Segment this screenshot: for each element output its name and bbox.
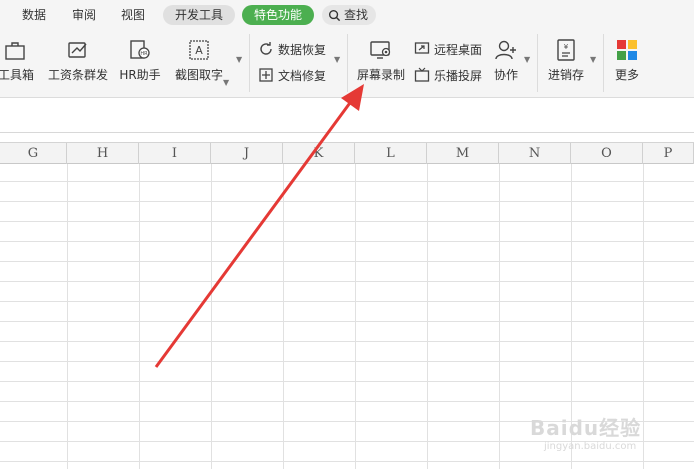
payroll-label: 工资条群发 <box>47 68 108 82</box>
group-expand-icon[interactable]: ▼ <box>236 55 242 64</box>
ribbon-toolbar: 工具箱 工资条群发 HR HR助手 A 截图取字 ▼ ▼ 数据恢复 文档修复 ▼… <box>0 30 694 98</box>
column-headers: G H I J K L M N O P <box>0 142 694 164</box>
group-expand-icon[interactable]: ▼ <box>590 55 596 64</box>
more-button[interactable]: 更多 <box>610 38 644 83</box>
row-gridline <box>0 281 694 282</box>
separator <box>603 34 604 92</box>
svg-text:HR: HR <box>140 51 148 57</box>
svg-text:A: A <box>195 44 203 57</box>
row-gridline <box>0 241 694 242</box>
row-gridline <box>0 301 694 302</box>
toolbox-icon <box>5 42 25 60</box>
svg-text:¥: ¥ <box>564 43 569 51</box>
hr-label: HR助手 <box>119 68 161 82</box>
column-gridline <box>211 164 212 469</box>
search-icon <box>328 9 341 21</box>
column-header-h[interactable]: H <box>67 143 139 164</box>
column-gridline <box>427 164 428 469</box>
tab-view[interactable]: 视图 <box>121 5 145 25</box>
group-expand-icon[interactable]: ▼ <box>334 55 340 64</box>
row-gridline <box>0 201 694 202</box>
column-header-o[interactable]: O <box>571 143 643 164</box>
doc-repair-label: 文档修复 <box>278 68 327 83</box>
separator <box>249 34 250 92</box>
more-label: 更多 <box>614 68 639 82</box>
column-header-j[interactable]: J <box>211 143 283 164</box>
formula-bar[interactable] <box>0 99 694 133</box>
screenshot-label: 截图取字 <box>174 68 223 82</box>
tab-developer-tools[interactable]: 开发工具 <box>163 5 236 25</box>
more-apps-icon <box>617 40 637 60</box>
remote-desktop-icon <box>414 42 430 54</box>
watermark-main: Baidu经验 <box>530 416 642 440</box>
inventory-label: 进销存 <box>547 68 584 82</box>
remote-desktop-button[interactable]: 远程桌面 <box>414 38 482 60</box>
column-header-p[interactable]: P <box>643 143 694 164</box>
search-label: 查找 <box>344 8 369 22</box>
row-gridline <box>0 361 694 362</box>
column-gridline <box>283 164 284 469</box>
group-expand-icon[interactable]: ▼ <box>524 55 530 64</box>
screenshot-dropdown-icon[interactable]: ▼ <box>223 78 229 87</box>
data-recovery-label: 数据恢复 <box>278 42 327 57</box>
column-header-i[interactable]: I <box>139 143 211 164</box>
row-gridline <box>0 221 694 222</box>
column-header-g[interactable]: G <box>0 143 67 164</box>
row-gridline <box>0 401 694 402</box>
tab-special-features[interactable]: 特色功能 <box>242 5 315 25</box>
column-gridline <box>67 164 68 469</box>
column-header-k[interactable]: K <box>283 143 355 164</box>
payroll-icon <box>68 42 87 58</box>
watermark-url: jingyan.baidu.com <box>544 441 637 452</box>
data-recovery-icon <box>260 42 272 55</box>
row-gridline <box>0 381 694 382</box>
tab-data[interactable]: 数据 <box>22 5 46 25</box>
column-gridline <box>355 164 356 469</box>
collaborate-label: 协作 <box>493 68 518 82</box>
column-gridline <box>139 164 140 469</box>
remote-desktop-label: 远程桌面 <box>434 42 483 57</box>
separator <box>537 34 538 92</box>
doc-repair-icon <box>259 68 273 82</box>
menu-bar: 数据 审阅 视图 开发工具 特色功能 查找 <box>0 0 694 30</box>
tab-review[interactable]: 审阅 <box>72 5 96 25</box>
row-gridline <box>0 261 694 262</box>
screenshot-ocr-icon: A <box>189 40 209 60</box>
screen-record-button[interactable]: 屏幕录制 <box>354 38 408 83</box>
data-recovery-button[interactable]: 数据恢复 <box>258 38 326 60</box>
hr-assistant-icon: HR <box>130 40 150 59</box>
cast-label: 乐播投屏 <box>434 68 483 83</box>
row-gridline <box>0 461 694 462</box>
doc-repair-button[interactable]: 文档修复 <box>258 64 326 86</box>
collaborate-button[interactable]: 协作 <box>489 38 523 83</box>
screenshot-text-button[interactable]: A 截图取字 <box>168 38 230 83</box>
column-gridline <box>499 164 500 469</box>
column-header-n[interactable]: N <box>499 143 571 164</box>
inventory-icon: ¥ <box>557 39 575 61</box>
cast-icon <box>414 67 430 82</box>
toolbox-label: 工具箱 <box>0 68 34 82</box>
toolbox-button[interactable]: 工具箱 <box>0 38 40 83</box>
screen-record-icon <box>370 41 391 59</box>
search-box[interactable]: 查找 <box>322 5 377 25</box>
inventory-button[interactable]: ¥ 进销存 <box>544 38 588 83</box>
screen-record-label: 屏幕录制 <box>356 68 405 82</box>
payroll-send-button[interactable]: 工资条群发 <box>46 38 110 83</box>
collaborate-icon <box>495 40 516 60</box>
cast-screen-button[interactable]: 乐播投屏 <box>414 64 482 86</box>
column-header-m[interactable]: M <box>427 143 499 164</box>
column-header-l[interactable]: L <box>355 143 427 164</box>
row-gridline <box>0 181 694 182</box>
baidu-watermark: Baidu经验 jingyan.baidu.com <box>530 412 680 460</box>
separator <box>347 34 348 92</box>
row-gridline <box>0 341 694 342</box>
row-gridline <box>0 321 694 322</box>
hr-assistant-button[interactable]: HR HR助手 <box>117 38 163 83</box>
